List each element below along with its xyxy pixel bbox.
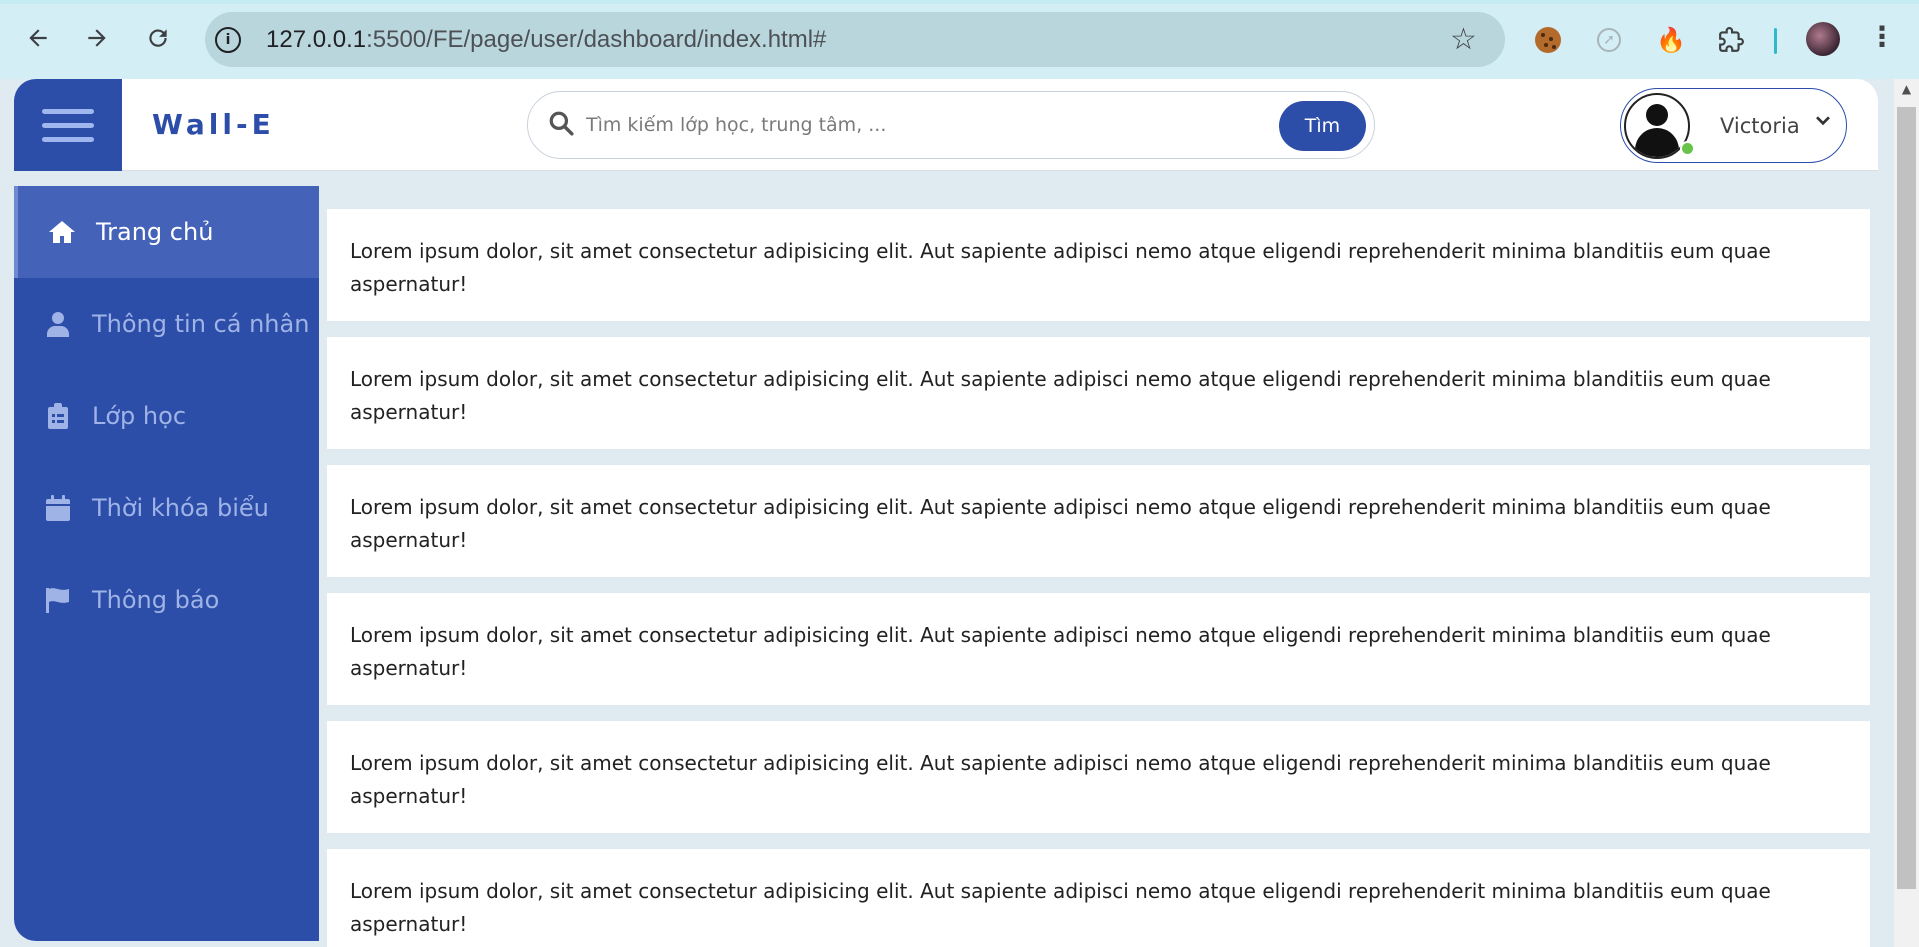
card-text: Lorem ipsum dolor, sit amet consectetur … [350, 367, 1771, 424]
scroll-up-arrow-icon[interactable]: ▲ [1894, 82, 1919, 100]
hamburger-line [42, 122, 94, 128]
arrow-right-icon [88, 29, 106, 47]
forward-button[interactable] [77, 18, 117, 58]
sidebar-item-profile[interactable]: Thông tin cá nhân [14, 278, 319, 370]
back-button[interactable] [18, 18, 58, 58]
card-text: Lorem ipsum dolor, sit amet consectetur … [350, 495, 1771, 552]
fire-extension-icon[interactable]: 🔥 [1655, 24, 1687, 56]
more-menu-icon[interactable]: ⋮ [1868, 20, 1896, 53]
cookie-extension-icon[interactable] [1532, 24, 1564, 56]
reload-icon [149, 29, 167, 47]
calendar-icon [44, 494, 72, 522]
sidebar-item-label: Trang chủ [96, 218, 214, 246]
extensions-puzzle-icon[interactable] [1715, 24, 1747, 56]
sidebar-item-label: Lớp học [92, 402, 187, 430]
search-icon [549, 111, 574, 136]
site-info-icon[interactable]: i [215, 27, 241, 53]
sidebar-item-notifications[interactable]: Thông báo [14, 554, 319, 646]
reload-button[interactable] [138, 18, 178, 58]
online-status-dot [1680, 141, 1695, 156]
hamburger-line [42, 136, 94, 142]
card-text: Lorem ipsum dolor, sit amet consectetur … [350, 239, 1771, 296]
flag-icon [44, 586, 72, 614]
sidebar-item-home[interactable]: Trang chủ [14, 186, 319, 278]
clipboard-icon [44, 402, 72, 430]
content-card: Lorem ipsum dolor, sit amet consectetur … [327, 721, 1870, 833]
sidebar-item-label: Thời khóa biểu [92, 494, 269, 522]
bookmark-star-icon[interactable]: ☆ [1450, 22, 1477, 57]
arrow-left-icon [29, 29, 47, 47]
search-input[interactable] [586, 104, 1266, 146]
content-card: Lorem ipsum dolor, sit amet consectetur … [327, 209, 1870, 321]
tab-strip-edge [0, 0, 1919, 4]
brand-logo[interactable]: Wall-E [152, 108, 275, 141]
search-button[interactable]: Tìm [1279, 101, 1366, 151]
url-host: 127.0.0.1 [266, 26, 367, 53]
user-icon [44, 310, 72, 338]
sidebar-item-label: Thông tin cá nhân [92, 310, 310, 338]
user-name[interactable]: Victoria [1720, 114, 1800, 138]
content-card: Lorem ipsum dolor, sit amet consectetur … [327, 337, 1870, 449]
sidebar-item-label: Thông báo [92, 586, 220, 614]
card-text: Lorem ipsum dolor, sit amet consectetur … [350, 623, 1771, 680]
card-text: Lorem ipsum dolor, sit amet consectetur … [350, 751, 1771, 808]
url-text[interactable]: 127.0.0.1:5500/FE/page/user/dashboard/in… [266, 26, 826, 54]
home-icon [48, 218, 76, 246]
browser-profile-avatar[interactable] [1806, 22, 1840, 56]
content-card: Lorem ipsum dolor, sit amet consectetur … [327, 465, 1870, 577]
hamburger-menu-button[interactable] [14, 79, 122, 171]
scrollbar-thumb[interactable] [1897, 107, 1916, 889]
chevron-down-icon[interactable] [1815, 112, 1831, 133]
sidebar-item-classes[interactable]: Lớp học [14, 370, 319, 462]
content-card: Lorem ipsum dolor, sit amet consectetur … [327, 593, 1870, 705]
avatar-body [1635, 128, 1679, 157]
toolbar-divider [1774, 28, 1777, 54]
compass-extension-icon[interactable]: ➚ [1593, 24, 1625, 56]
avatar-head [1646, 104, 1668, 126]
content-card: Lorem ipsum dolor, sit amet consectetur … [327, 849, 1870, 947]
hamburger-line [42, 108, 94, 114]
card-text: Lorem ipsum dolor, sit amet consectetur … [350, 879, 1771, 936]
sidebar-item-schedule[interactable]: Thời khóa biểu [14, 462, 319, 554]
url-path: :5500/FE/page/user/dashboard/index.html# [366, 26, 827, 53]
